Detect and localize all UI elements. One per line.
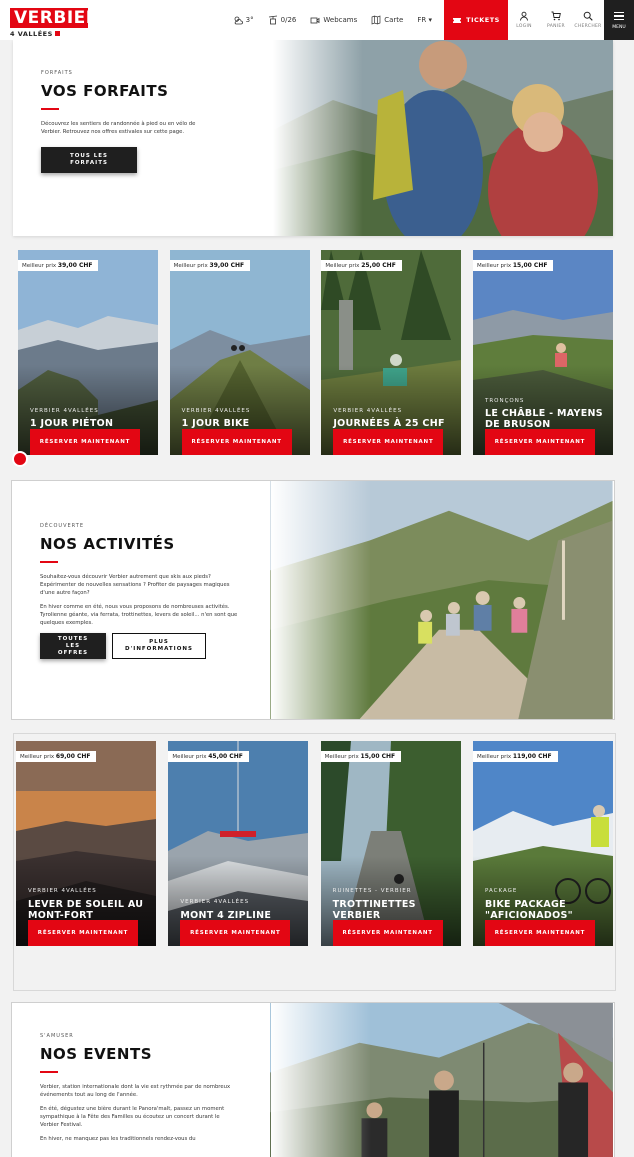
reserve-button[interactable]: RÉSERVER MAINTENANT: [180, 920, 291, 946]
card-title: JOURNÉES À 25 CHF: [333, 418, 445, 429]
user-icon: [520, 11, 528, 21]
reserve-button[interactable]: RÉSERVER MAINTENANT: [181, 429, 292, 455]
section-text-2: En hiver comme en été, nous vous proposo…: [40, 604, 238, 626]
card-kicker: RUINETTES - VERBIER: [332, 888, 412, 894]
reserve-button[interactable]: RÉSERVER MAINTENANT: [332, 920, 443, 946]
card-title: 1 JOUR BIKE: [181, 418, 250, 429]
price-badge: Meilleur prix 15,00 CHF: [320, 751, 402, 762]
cart-button[interactable]: PANIER: [540, 0, 572, 40]
menu-button[interactable]: MENU: [604, 0, 634, 40]
logo-subtitle: 4 VALLÉES: [10, 30, 92, 38]
price-badge: Meilleur prix 25,00 CHF: [321, 260, 402, 271]
price-badge: Meilleur prix 119,00 CHF: [472, 751, 558, 762]
price-badge: Meilleur prix 69,00 CHF: [16, 751, 97, 762]
price-badge: Meilleur prix 39,00 CHF: [18, 260, 99, 271]
cart-icon: [551, 11, 561, 21]
events-copy: S'AMUSER NOS EVENTS Verbier, station int…: [40, 1033, 240, 1149]
section-title: NOS EVENTS: [40, 1045, 153, 1063]
price-badge: Meilleur prix 45,00 CHF: [168, 751, 249, 762]
section-text-1: Souhaitez-vous découvrir Verbier autreme…: [40, 574, 230, 596]
login-button[interactable]: LOGIN: [508, 0, 540, 40]
search-button[interactable]: CHERCHER: [572, 0, 604, 40]
activities-copy: DÉCOUVERTE NOS ACTIVITÉS Souhaitez-vous …: [40, 523, 240, 659]
section-text-2: En été, dégustez une bière durant le Pan…: [40, 1106, 225, 1128]
activity-card[interactable]: Meilleur prix 45,00 CHF VERBIER 4VALLÉES…: [168, 741, 309, 946]
events-section: S'AMUSER NOS EVENTS Verbier, station int…: [11, 1002, 615, 1157]
reserve-button[interactable]: RÉSERVER MAINTENANT: [28, 920, 138, 946]
activity-card[interactable]: Meilleur prix 119,00 CHF PACKAGE BIKE PA…: [472, 741, 613, 946]
section-text-1: Verbier, station internationale dont la …: [40, 1084, 231, 1098]
site-header: VERBIER 4 VALLÉES 3° 0/26 Webcams Carte …: [0, 0, 634, 40]
section-title: VOS FORFAITS: [41, 82, 169, 100]
hamburger-icon: [614, 10, 624, 23]
ticket-icon: [453, 18, 462, 23]
card-title: 1 JOUR PIÉTON: [30, 418, 114, 429]
search-icon: [583, 11, 593, 21]
lifts-link[interactable]: 0/26: [268, 15, 297, 25]
section-eyebrow: S'AMUSER: [40, 1033, 74, 1039]
all-offers-button[interactable]: TOUTES LES OFFRES: [40, 633, 106, 659]
image-fade: [271, 481, 371, 719]
card-kicker: VERBIER 4VALLÉES: [333, 408, 403, 414]
map-link[interactable]: Carte: [371, 15, 403, 25]
map-label: Carte: [384, 16, 404, 24]
webcams-label: Webcams: [323, 16, 358, 24]
pass-card[interactable]: Meilleur prix 39,00 CHF VERBIER 4VALLÉES…: [169, 250, 310, 455]
title-underline: [40, 1071, 58, 1073]
card-title: BIKE PACKAGE "AFICIONADOS": [484, 899, 573, 921]
reserve-button[interactable]: RÉSERVER MAINTENANT: [484, 429, 595, 455]
activities-section: DÉCOUVERTE NOS ACTIVITÉS Souhaitez-vous …: [11, 480, 615, 720]
card-title: TROTTINETTES VERBIER: [332, 899, 416, 921]
title-underline: [40, 561, 58, 563]
weather-temp: 3°: [245, 16, 254, 24]
pass-card[interactable]: Meilleur prix 39,00 CHF VERBIER 4VALLÉES…: [18, 250, 158, 455]
section-text-3: En hiver, ne manquez pas les traditionne…: [40, 1136, 196, 1142]
reserve-button[interactable]: RÉSERVER MAINTENANT: [30, 429, 140, 455]
price-badge: Meilleur prix 15,00 CHF: [472, 260, 554, 271]
webcams-link[interactable]: Webcams: [310, 15, 357, 25]
card-kicker: VERBIER 4VALLÉES: [180, 899, 250, 905]
tickets-button[interactable]: TICKETS: [444, 0, 508, 40]
card-title: LEVER DE SOLEIL AU MONT-FORT: [28, 899, 144, 921]
section-eyebrow: FORFAITS: [41, 70, 73, 76]
weather-icon: [234, 16, 243, 25]
pass-card[interactable]: Meilleur prix 25,00 CHF VERBIER 4VALLÉES…: [321, 250, 462, 455]
forfaits-section: FORFAITS VOS FORFAITS Découvrez les sent…: [13, 40, 613, 236]
title-underline: [41, 108, 59, 110]
reserve-button[interactable]: RÉSERVER MAINTENANT: [484, 920, 595, 946]
pass-card[interactable]: Meilleur prix 15,00 CHF TRONÇONS LE CHÂB…: [472, 250, 613, 455]
cable-car-icon: [268, 15, 277, 25]
map-icon: [371, 15, 381, 25]
reserve-button[interactable]: RÉSERVER MAINTENANT: [333, 429, 444, 455]
forfaits-copy: FORFAITS VOS FORFAITS Découvrez les sent…: [41, 70, 231, 173]
more-info-button[interactable]: PLUS D'INFORMATIONS: [112, 633, 206, 659]
price-badge: Meilleur prix 39,00 CHF: [169, 260, 251, 271]
section-title: NOS ACTIVITÉS: [40, 535, 175, 553]
all-passes-button[interactable]: TOUS LES FORFAITS: [41, 147, 137, 173]
verbier-logo[interactable]: VERBIER 4 VALLÉES: [0, 0, 99, 40]
webcam-icon: [310, 17, 320, 24]
image-fade: [273, 40, 363, 236]
weather-link[interactable]: 3°: [233, 15, 254, 25]
card-kicker: VERBIER 4VALLÉES: [30, 408, 99, 414]
activities-cards: Meilleur prix 69,00 CHF VERBIER 4VALLÉES…: [16, 741, 613, 946]
card-kicker: TRONÇONS: [484, 398, 525, 404]
activity-card[interactable]: Meilleur prix 15,00 CHF RUINETTES - VERB…: [320, 741, 461, 946]
top-navigation: 3° 0/26 Webcams Carte FR ▾: [233, 0, 444, 40]
card-kicker: PACKAGE: [484, 888, 518, 894]
card-title: LE CHÂBLE - MAYENS DE BRUSON: [484, 408, 603, 430]
image-fade: [271, 1003, 371, 1157]
language-select[interactable]: FR ▾: [417, 16, 432, 24]
lifts-count: 0/26: [280, 16, 297, 24]
section-eyebrow: DÉCOUVERTE: [40, 523, 84, 529]
sticky-badge-icon[interactable]: [12, 451, 28, 467]
passes-cards: Meilleur prix 39,00 CHF VERBIER 4VALLÉES…: [13, 250, 613, 455]
section-text: Découvrez les sentiers de randonnée à pi…: [41, 121, 196, 135]
activity-card[interactable]: Meilleur prix 69,00 CHF VERBIER 4VALLÉES…: [16, 741, 156, 946]
logo-brand: VERBIER: [10, 8, 99, 28]
card-kicker: VERBIER 4VALLÉES: [181, 408, 251, 414]
card-kicker: VERBIER 4VALLÉES: [28, 888, 97, 894]
